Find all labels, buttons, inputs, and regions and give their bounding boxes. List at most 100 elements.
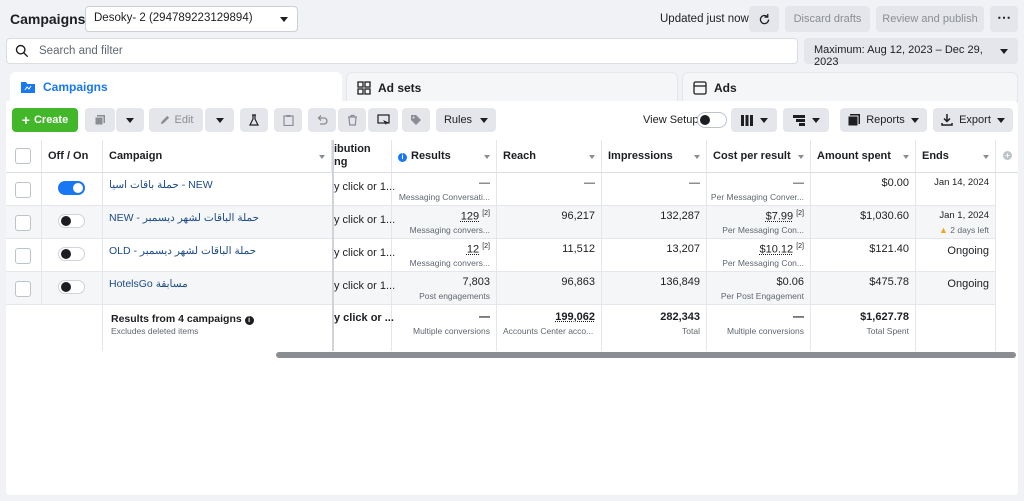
impressions-value: 136,849	[660, 276, 700, 288]
campaign-cell: OLD - حملة الباقات لشهر ديسمبر	[103, 239, 334, 272]
columns-icon	[740, 114, 753, 126]
account-selector[interactable]: Desoky- 2 (294789223129894)	[85, 6, 298, 32]
info-icon[interactable]: i	[244, 316, 254, 325]
campaign-toggle[interactable]	[58, 214, 85, 228]
date-range-picker[interactable]: Maximum: Aug 12, 2023 – Dec 29, 2023	[804, 38, 1018, 68]
col-impressions[interactable]: Impressions	[602, 140, 707, 173]
select-all-checkbox[interactable]	[15, 148, 31, 164]
sort-icon	[484, 155, 490, 159]
ab-test-button[interactable]	[240, 108, 268, 132]
reports-icon	[848, 114, 861, 126]
add-column-icon: +	[1003, 151, 1012, 160]
col-attribution[interactable]: ibution ng	[334, 140, 392, 173]
reports-button[interactable]: Reports	[840, 108, 927, 132]
col-off-on[interactable]: Off / On	[42, 140, 103, 173]
add-column-cell[interactable]: +	[996, 140, 1018, 173]
campaign-name-link[interactable]: OLD - حملة الباقات لشهر ديسمبر	[109, 245, 256, 257]
cpr-value: $7.99	[765, 210, 794, 223]
toggle-knob	[61, 249, 71, 259]
table-row[interactable]: HotelsGo مسابقة y click or 1... 7,803 Pos…	[6, 272, 996, 305]
campaign-cell: NEW - حملة الباقات لشهر ديسمبر	[103, 206, 334, 239]
review-publish-button[interactable]: Review and publish	[876, 6, 984, 32]
reach-total-cell: 199,062 Accounts Center acco...	[497, 305, 602, 351]
attribution-total: y click or ...	[334, 312, 394, 324]
cpr-cell: $0.06 Per Post Engagement	[707, 272, 811, 305]
attribution-cell: y click or ...	[334, 305, 394, 351]
col-impressions-label: Impressions	[608, 150, 673, 162]
row-select-cell	[6, 272, 42, 305]
spent-cell: $475.78	[811, 272, 916, 305]
tab-ads[interactable]: Ads	[682, 72, 1018, 102]
results-cell: 129 [2] Messaging convers...	[392, 206, 497, 239]
spent-cell: $121.40	[811, 239, 916, 272]
cpr-total-subtext: Multiple conversions	[726, 326, 804, 336]
totals-subtext: Excludes deleted items	[111, 326, 199, 336]
totals-label-cell: Results from 4 campaigns i Excludes dele…	[103, 305, 334, 351]
view-setup-toggle[interactable]	[697, 112, 727, 128]
search-icon	[15, 44, 29, 58]
page-title: Campaigns	[10, 11, 86, 27]
col-reach[interactable]: Reach	[497, 140, 602, 173]
duplicate-button[interactable]	[85, 108, 115, 132]
col-campaign[interactable]: Campaign	[103, 140, 332, 173]
campaign-name-link[interactable]: NEW - حملة الباقات لشهر ديسمبر	[109, 212, 259, 224]
row-checkbox[interactable]	[15, 215, 31, 231]
results-subtext: Messaging convers...	[409, 258, 490, 268]
row-checkbox[interactable]	[15, 281, 31, 297]
more-options-button[interactable]: ⋯	[990, 6, 1018, 32]
download-icon	[941, 114, 953, 126]
results-subtext: Messaging Conversati...	[398, 192, 490, 202]
campaign-toggle[interactable]	[58, 247, 85, 261]
table-row[interactable]: OLD - حملة الباقات لشهر ديسمبر y click o…	[6, 239, 996, 272]
col-amount-spent[interactable]: Amount spent	[811, 140, 916, 173]
tab-campaigns[interactable]: Campaigns	[10, 72, 342, 102]
preview-icon	[376, 114, 390, 125]
cpr-subtext: Per Messaging Conver...	[710, 192, 804, 202]
cpr-subtext: Per Messaging Con...	[722, 225, 804, 235]
horizontal-scrollbar[interactable]	[276, 352, 1016, 358]
campaign-name-link[interactable]: HotelsGo مسابقة	[109, 278, 188, 290]
ends-value: Jan 14, 2024	[934, 177, 989, 188]
row-checkbox[interactable]	[15, 182, 31, 198]
duplicate-dropdown[interactable]	[116, 108, 144, 132]
create-button[interactable]: + Create	[12, 108, 78, 132]
search-input[interactable]: Search and filter	[6, 38, 798, 64]
edit-dropdown[interactable]	[205, 108, 234, 132]
spent-total-cell: $1,627.78 Total Spent	[811, 305, 916, 351]
campaign-name-link[interactable]: حملة باقات اسيا - NEW	[109, 179, 213, 191]
delete-button[interactable]	[338, 108, 366, 132]
impressions-total: 282,343	[660, 311, 700, 323]
export-button[interactable]: Export	[933, 108, 1013, 132]
chevron-down-icon	[811, 117, 820, 123]
refresh-button[interactable]	[749, 6, 779, 32]
table-row[interactable]: حملة باقات اسيا - NEW y click or 1... — M…	[6, 173, 996, 206]
campaigns-table: Off / On Campaign ibution ng i Results Re…	[6, 140, 1018, 351]
table-row[interactable]: NEW - حملة الباقات لشهر ديسمبر y click o…	[6, 206, 996, 239]
breakdown-button[interactable]	[783, 108, 829, 132]
undo-button[interactable]	[308, 108, 336, 132]
tab-ad-sets[interactable]: Ad sets	[346, 72, 678, 102]
columns-button[interactable]	[731, 108, 777, 132]
row-checkbox[interactable]	[15, 248, 31, 264]
col-results[interactable]: i Results	[392, 140, 497, 173]
clipboard-button[interactable]	[274, 108, 302, 132]
campaign-toggle[interactable]	[58, 181, 85, 195]
campaign-cell: HotelsGo مسابقة	[103, 272, 334, 305]
spent-total: $1,627.78	[860, 311, 909, 323]
attribution-cell: y click or 1...	[334, 173, 395, 206]
frozen-column-divider	[332, 140, 334, 351]
tag-button[interactable]	[402, 108, 430, 132]
discard-drafts-button[interactable]: Discard drafts	[785, 6, 870, 32]
cpr-cell: $10.12 [2] Per Messaging Con...	[707, 239, 811, 272]
campaign-toggle[interactable]	[58, 280, 85, 294]
reach-total: 199,062	[555, 311, 595, 323]
rules-button[interactable]: Rules	[436, 108, 496, 132]
edit-button[interactable]: Edit	[149, 108, 203, 132]
col-ends-label: Ends	[922, 150, 949, 162]
preview-button[interactable]	[368, 108, 398, 132]
update-status: Updated just now	[660, 13, 749, 25]
col-ends[interactable]: Ends	[916, 140, 996, 173]
tag-icon	[411, 115, 421, 125]
cpr-value: $10.12	[759, 243, 794, 256]
col-cost-per-result[interactable]: Cost per result	[707, 140, 811, 173]
